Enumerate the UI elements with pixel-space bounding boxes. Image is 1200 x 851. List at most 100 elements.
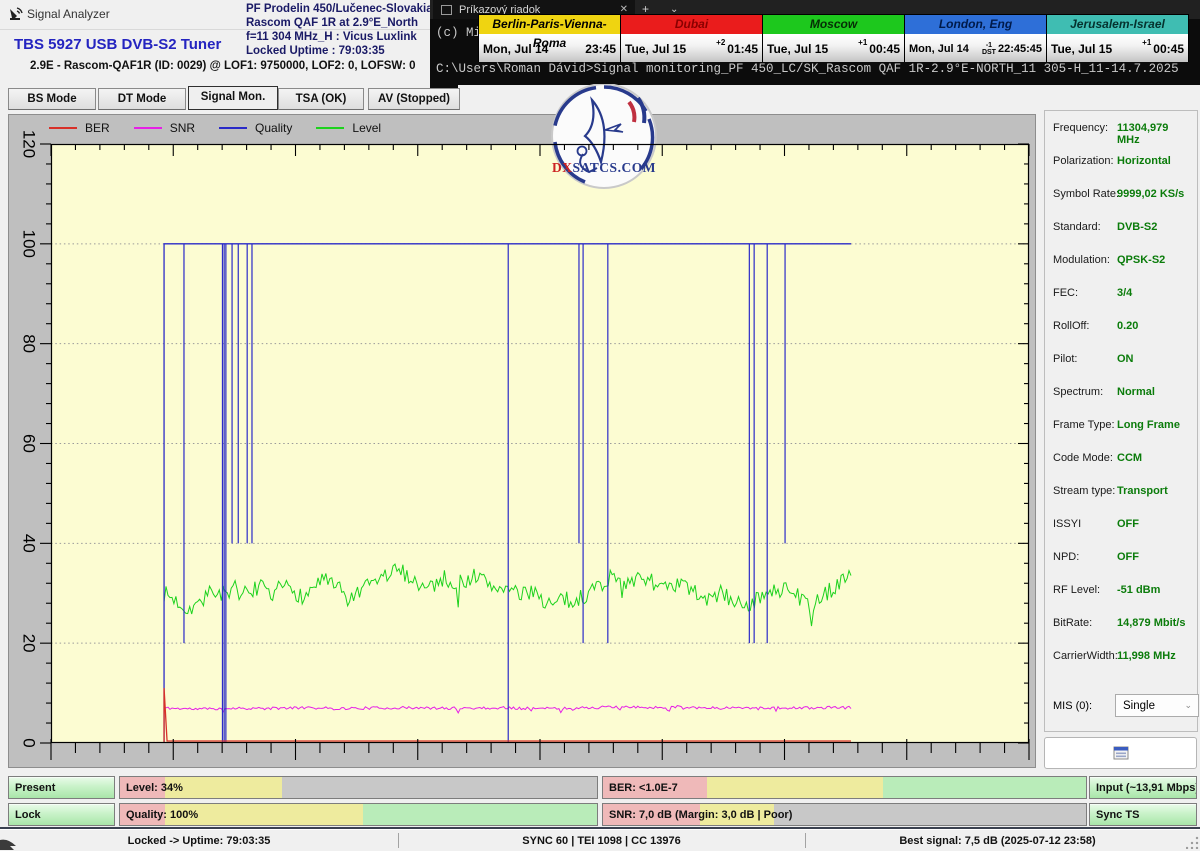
chevron-down-icon: ⌄	[1184, 700, 1192, 711]
mis-label: MIS (0):	[1053, 700, 1092, 712]
param-row: Stream type:Transport	[1053, 485, 1193, 501]
clock-date: Tue, Jul 15	[625, 42, 686, 56]
site-info-line: PF Prodelin 450/Lučenec-Slovakia	[246, 2, 436, 16]
status-section-center: SYNC 60 | TEI 1098 | CC 13976	[398, 830, 805, 851]
tab-bs-mode[interactable]: BS Mode	[8, 88, 96, 110]
param-value: 0.20	[1117, 320, 1138, 332]
quality-bar-label: Quality: 100%	[126, 804, 198, 825]
console-window-icon	[441, 5, 452, 15]
clock-london: London, EngMon, Jul 14-1DST22:45:45	[905, 14, 1047, 62]
param-value: 11304,979 MHz	[1117, 122, 1193, 146]
param-label: FEC:	[1053, 287, 1078, 299]
param-label: Frame Type:	[1053, 419, 1115, 431]
bar-segment-gray	[774, 804, 1086, 825]
param-value: OFF	[1117, 551, 1139, 563]
param-value: 11,998 MHz	[1117, 650, 1176, 662]
status-section-left: Locked -> Uptime: 79:03:35	[0, 830, 398, 851]
lof-settings-line: 2.9E - Rascom-QAF1R (ID: 0029) @ LOF1: 9…	[30, 60, 416, 72]
param-row: ISSYI OFF	[1053, 518, 1193, 534]
param-value: Horizontal	[1117, 155, 1171, 167]
input-bar: Input (~13,91 Mbps)	[1089, 776, 1197, 799]
clock-berlin: Berlin-Paris-Vienna-RomaMon, Jul 1423:45	[478, 14, 621, 62]
mode-tab-row: BS ModeDT ModeSignal Mon.TSA (OK)AV (Sto…	[0, 86, 430, 112]
signal-chart: 020406080100120	[9, 115, 1035, 767]
clock-utc-offset: +1	[1142, 38, 1151, 47]
param-value: Normal	[1117, 386, 1155, 398]
clock-dubai: Dubai Tue, Jul 15 +201:45	[621, 14, 763, 62]
svg-text:20: 20	[20, 634, 39, 653]
param-value: 14,879 Mbit/s	[1117, 617, 1185, 629]
site-info-line: Rascom QAF 1R at 2.9°E_North	[246, 16, 436, 30]
clock-time: 00:45	[1153, 42, 1184, 56]
legend-item-quality: Quality	[219, 121, 292, 135]
lock-bar: Lock	[8, 803, 115, 826]
clock-time: 00:45	[869, 42, 900, 56]
clock-date: Tue, Jul 15	[767, 42, 828, 56]
param-row: Modulation:QPSK-S2	[1053, 254, 1193, 270]
mis-value: Single	[1123, 700, 1155, 712]
param-label: Code Mode:	[1053, 452, 1113, 464]
svg-text:100: 100	[20, 230, 39, 258]
ber-bar: BER: <1.0E-7	[602, 776, 1087, 799]
tab-signal-mon-[interactable]: Signal Mon.	[188, 86, 278, 110]
param-row: Pilot:ON	[1053, 353, 1193, 369]
clock-city-name: Dubai	[621, 15, 762, 34]
param-value: Transport	[1117, 485, 1168, 497]
param-label: Stream type:	[1053, 485, 1115, 497]
param-label: Pilot:	[1053, 353, 1077, 365]
param-label: Symbol Rate:	[1053, 188, 1119, 200]
svg-text:120: 120	[20, 130, 39, 158]
legend-color-dash	[49, 127, 77, 129]
site-info-block: PF Prodelin 450/Lučenec-Slovakia Rascom …	[246, 2, 436, 58]
sync-ts-bar-label: Sync TS	[1096, 804, 1139, 825]
sync-ts-bar: Sync TS	[1089, 803, 1197, 826]
snr-bar-label: SNR: 7,0 dB (Margin: 3,0 dB | Poor)	[609, 804, 792, 825]
param-value: CCM	[1117, 452, 1142, 464]
param-label: RollOff:	[1053, 320, 1089, 332]
tuner-parameters-panel: MIS (0): Single ⌄ Frequency:11304,979 MH…	[1044, 110, 1198, 732]
clock-city-name: Berlin-Paris-Vienna-Roma	[479, 15, 620, 34]
param-value: QPSK-S2	[1117, 254, 1165, 266]
ts-list-icon	[1113, 746, 1129, 760]
param-value: DVB-S2	[1117, 221, 1157, 233]
param-row: Frame Type:Long Frame	[1053, 419, 1193, 435]
param-label: RF Level:	[1053, 584, 1100, 596]
window-title: Signal Analyzer	[27, 7, 110, 21]
app-icon	[8, 6, 24, 22]
param-label: Polarization:	[1053, 155, 1114, 167]
clock-time: 22:45:45	[998, 43, 1042, 55]
param-label: Frequency:	[1053, 122, 1108, 134]
clock-utc-offset: +2	[716, 38, 725, 47]
param-row: NPD: OFF	[1053, 551, 1193, 567]
tab-dt-mode[interactable]: DT Mode	[98, 88, 186, 110]
param-row: Frequency:11304,979 MHz	[1053, 122, 1193, 138]
status-bar: Locked -> Uptime: 79:03:35SYNC 60 | TEI …	[0, 829, 1200, 851]
arrow-artifact	[0, 836, 22, 850]
param-label: Standard:	[1053, 221, 1101, 233]
param-label: BitRate:	[1053, 617, 1092, 629]
param-row: FEC:3/4	[1053, 287, 1193, 303]
level-bar: Level: 34%	[119, 776, 598, 799]
clock-time: 01:45	[727, 42, 758, 56]
param-row: Polarization:Horizontal	[1053, 155, 1193, 171]
console-prompt-line: C:\Users\Roman Dávid>Signal monitoring_P…	[436, 62, 1179, 76]
input-bar-label: Input (~13,91 Mbps)	[1096, 777, 1197, 798]
clock-date: Mon, Jul 14	[483, 42, 548, 56]
legend-item-snr: SNR	[134, 121, 195, 135]
clock-jerusalem: Jerusalem-IsraelTue, Jul 15+100:45	[1047, 14, 1189, 62]
param-value: -51 dBm	[1117, 584, 1160, 596]
bar-segment-green	[363, 804, 597, 825]
tuner-title: TBS 5927 USB DVB-S2 Tuner	[14, 36, 221, 53]
site-info-line: f=11 304 MHz_H : Vicus Luxlink	[246, 30, 436, 44]
param-row: RF Level: -51 dBm	[1053, 584, 1193, 600]
tab-tsa-ok-[interactable]: TSA (OK)	[278, 88, 364, 110]
param-value: OFF	[1117, 518, 1139, 530]
transport-stream-button[interactable]	[1044, 737, 1197, 769]
tab-av-stopped-[interactable]: AV (Stopped)	[368, 88, 460, 110]
bar-segment-yellow	[707, 777, 883, 798]
legend-label: SNR	[170, 121, 195, 135]
clock-dst-offset: -1DST	[982, 42, 996, 56]
param-label: NPD:	[1053, 551, 1079, 563]
param-label: ISSYI	[1053, 518, 1081, 530]
mis-dropdown[interactable]: Single ⌄	[1115, 694, 1199, 717]
